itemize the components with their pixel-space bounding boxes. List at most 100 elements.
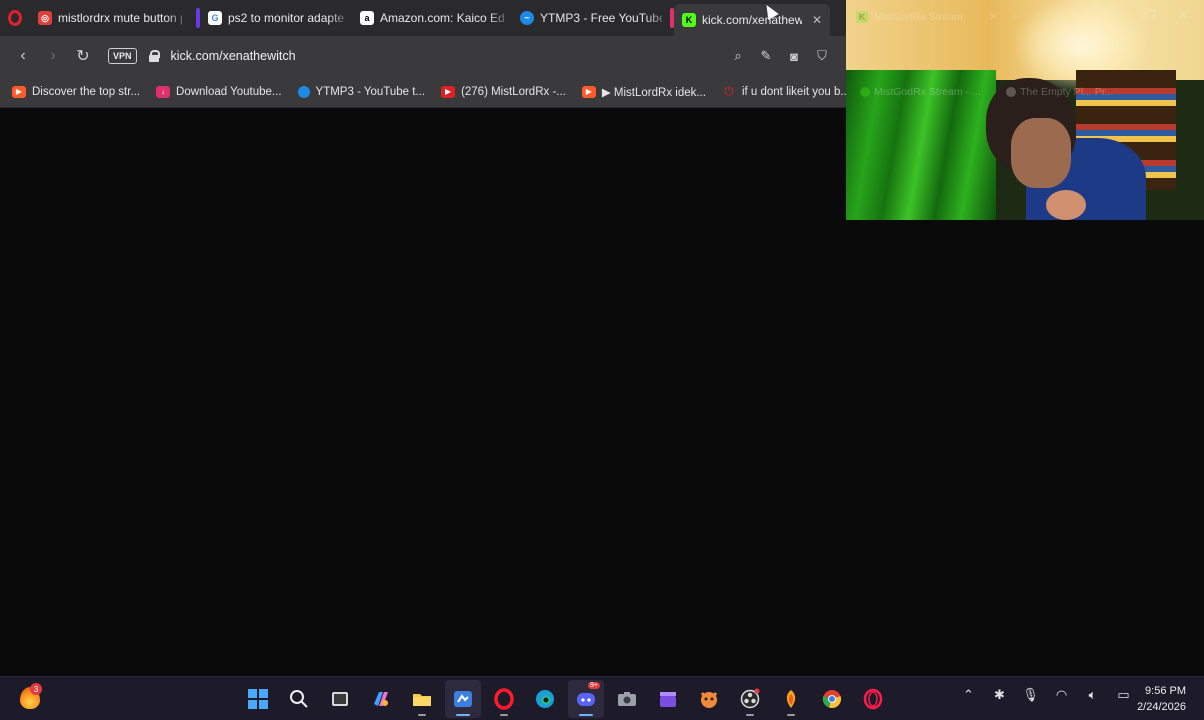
tab-title: ps2 to monitor adapter - bbox=[228, 11, 344, 25]
snapshot-icon[interactable]: ◙ bbox=[784, 42, 804, 70]
discord-button[interactable]: 9+ bbox=[568, 680, 604, 718]
close-icon: ✕ bbox=[988, 11, 998, 23]
bookmark-icon: ▶ bbox=[581, 85, 596, 98]
download-icon: ↓ bbox=[156, 85, 171, 98]
start-button[interactable] bbox=[240, 680, 276, 718]
app-blue-button[interactable] bbox=[445, 680, 481, 718]
bluetooth-icon[interactable]: ✱ bbox=[991, 687, 1008, 703]
obs-button[interactable] bbox=[732, 680, 768, 718]
clapper-button[interactable] bbox=[650, 680, 686, 718]
forward-button[interactable]: › bbox=[38, 41, 68, 71]
edit-icon[interactable]: ✎ bbox=[756, 42, 776, 70]
kick-icon: K bbox=[856, 11, 868, 23]
tab-title: YTMP3 - Free YouTube to bbox=[540, 11, 662, 25]
ytmp3-icon bbox=[297, 85, 310, 98]
tab-5-active[interactable]: K kick.com/xenathewitch ✕ bbox=[674, 4, 830, 36]
bookmark-label: Discover the top str... bbox=[32, 85, 141, 98]
search-icon bbox=[290, 690, 308, 708]
chrome-button[interactable] bbox=[814, 680, 850, 718]
task-view-icon bbox=[332, 692, 348, 706]
tab-2[interactable]: G ps2 to monitor adapter - bbox=[200, 4, 352, 32]
copilot-button[interactable] bbox=[363, 680, 399, 718]
bookmark-icon bbox=[1006, 87, 1016, 97]
taskbar-apps: 9+ bbox=[240, 680, 891, 718]
webcam-overlay: K MistGodRx Stream ✕ + — ❐ ✕ MistGodRx S… bbox=[846, 0, 1204, 220]
tab-title: kick.com/xenathewitch bbox=[702, 13, 802, 27]
tab-4[interactable]: ~ YTMP3 - Free YouTube to bbox=[512, 4, 670, 32]
bookmark-item[interactable]: ▶ ▶ MistLordRx idek... bbox=[581, 85, 706, 99]
mic-icon[interactable]: 🎙︎ bbox=[1022, 687, 1039, 703]
clock-time: 9:56 PM bbox=[1145, 685, 1186, 697]
chrome-icon bbox=[822, 690, 842, 709]
app-blue-icon bbox=[454, 691, 472, 707]
search-button[interactable] bbox=[281, 680, 317, 718]
task-view-button[interactable] bbox=[322, 680, 358, 718]
fl-studio-icon bbox=[786, 690, 796, 708]
address-actions: ⌕ ✎ ◙ ⛉ bbox=[728, 42, 832, 70]
system-tray: ⌃ ✱ 🎙︎ ◠ 🔈︎ ▭ bbox=[960, 687, 1132, 703]
bookmark-item[interactable]: ▶ (276) MistLordRx -... bbox=[441, 85, 566, 98]
lock-icon[interactable] bbox=[148, 50, 160, 62]
speaker-icon[interactable]: 🔈︎ bbox=[1084, 687, 1101, 703]
fox-game-button[interactable] bbox=[691, 680, 727, 718]
google-icon: G bbox=[208, 11, 222, 25]
back-button[interactable]: ‹ bbox=[8, 41, 38, 71]
camera-icon bbox=[618, 692, 636, 706]
opera-menu-icon[interactable] bbox=[0, 0, 30, 36]
edge-button[interactable] bbox=[527, 680, 563, 718]
ytmp3-icon: ~ bbox=[520, 11, 534, 25]
shield-icon[interactable]: ⛉ bbox=[812, 42, 832, 70]
power-icon: ⏻ bbox=[724, 84, 734, 98]
screen: ◎ mistlordrx mute button p G ps2 to moni… bbox=[0, 0, 1204, 720]
taskbar: 3 9+ ⌃ ✱ 🎙︎ ◠ 🔈︎ ▭ 9:56 PM 2/24/2026 bbox=[0, 676, 1204, 720]
zoom-icon[interactable]: ⌕ bbox=[728, 42, 748, 70]
clock-date: 2/24/2026 bbox=[1137, 701, 1186, 713]
opera-gx-button[interactable] bbox=[855, 680, 891, 718]
chevron-up-icon[interactable]: ⌃ bbox=[960, 687, 977, 703]
tab-title: Amazon.com: Kaico Editio bbox=[380, 11, 504, 25]
discord-badge: 9+ bbox=[588, 682, 600, 689]
ghost-tab-title: MistGodRx Stream bbox=[874, 11, 963, 23]
amazon-icon: a bbox=[360, 11, 374, 25]
opera-button[interactable] bbox=[486, 680, 522, 718]
battery-icon[interactable]: ▭ bbox=[1115, 687, 1132, 703]
bookmark-label: if u dont likeit you b... bbox=[741, 85, 850, 98]
tab-1[interactable]: ◎ mistlordrx mute button p bbox=[30, 4, 190, 32]
bookmark-label: (276) MistLordRx -... bbox=[461, 85, 566, 98]
folder-icon bbox=[413, 694, 431, 706]
camera-button[interactable] bbox=[609, 680, 645, 718]
kick-icon: K bbox=[682, 13, 696, 27]
file-explorer-button[interactable] bbox=[404, 680, 440, 718]
bookmark-label: Download Youtube... bbox=[176, 85, 282, 98]
bookmark-item[interactable]: ⏻ if u dont likeit you b... bbox=[722, 84, 850, 98]
bookmark-icon: ▶ bbox=[12, 85, 26, 98]
minimize-icon: — bbox=[1111, 8, 1124, 22]
tab-title: mistlordrx mute button p bbox=[58, 11, 182, 25]
wifi-icon[interactable]: ◠ bbox=[1053, 687, 1070, 703]
bookmark-item[interactable]: ↓ Download Youtube... bbox=[156, 85, 282, 98]
copilot-icon bbox=[374, 692, 388, 706]
tab-3[interactable]: a Amazon.com: Kaico Editio bbox=[352, 4, 512, 32]
reload-button[interactable]: ↻ bbox=[68, 41, 98, 71]
ghost-bookmark: MistGodRx Stream - ... bbox=[874, 86, 981, 98]
bookmark-item[interactable]: YTMP3 - YouTube t... bbox=[297, 85, 426, 98]
close-tab-icon[interactable]: ✕ bbox=[812, 13, 822, 27]
kick-icon bbox=[860, 87, 870, 97]
clapper-icon bbox=[660, 692, 676, 707]
bookmark-item[interactable]: ▶ Discover the top str... bbox=[12, 85, 141, 98]
bookmark-label: ▶ MistLordRx idek... bbox=[601, 86, 706, 99]
url-field[interactable]: kick.com/xenathewitch bbox=[171, 49, 296, 63]
fl-studio-button[interactable] bbox=[773, 680, 809, 718]
clock[interactable]: 9:56 PM 2/24/2026 bbox=[1137, 683, 1186, 715]
vpn-badge[interactable]: VPN bbox=[108, 48, 137, 64]
windows-icon bbox=[248, 689, 268, 709]
youtube-icon: ▶ bbox=[441, 85, 456, 98]
weather-widget[interactable]: 3 bbox=[16, 683, 46, 713]
fox-icon bbox=[700, 692, 718, 708]
close-icon: ✕ bbox=[1177, 8, 1188, 22]
restore-icon: ❐ bbox=[1145, 8, 1156, 22]
notification-badge: 3 bbox=[30, 683, 42, 695]
tab-favicon-icon: ◎ bbox=[38, 11, 52, 25]
bookmark-label: YTMP3 - YouTube t... bbox=[315, 85, 426, 98]
opera-icon bbox=[494, 688, 514, 710]
